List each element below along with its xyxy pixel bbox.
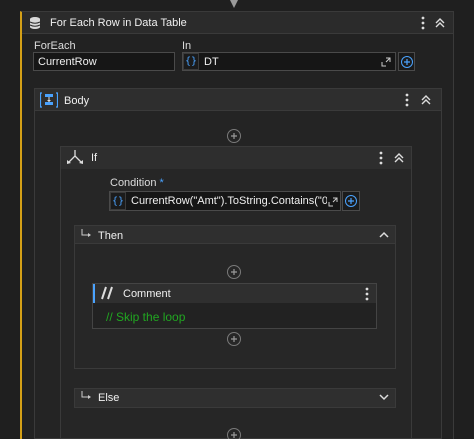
- if-collapse-icon[interactable]: [392, 151, 406, 165]
- add-activity-button[interactable]: [227, 332, 241, 346]
- condition-label-text: Condition: [110, 177, 157, 189]
- expand-editor-icon[interactable]: [380, 56, 392, 68]
- comment-text[interactable]: // Skip the loop: [106, 310, 185, 324]
- plus-icon: [345, 195, 357, 207]
- in-label: In: [182, 40, 192, 52]
- add-activity-button[interactable]: [227, 129, 241, 143]
- if-header[interactable]: [61, 147, 411, 169]
- add-activity-button[interactable]: [227, 428, 241, 439]
- in-expression-value: DT: [204, 55, 219, 68]
- comment-icon: [100, 286, 116, 300]
- else-expand-icon[interactable]: [378, 391, 390, 403]
- condition-label: Condition *: [110, 177, 164, 189]
- then-title: Then: [98, 230, 124, 242]
- brace-glyph: {}: [111, 195, 125, 207]
- if-title: If: [91, 152, 98, 164]
- body-title: Body: [64, 95, 90, 107]
- condition-input[interactable]: {} CurrentRow("Amt").ToString.Contains("…: [109, 191, 341, 211]
- branch-arrow-icon: [81, 391, 91, 401]
- plus-icon: [400, 55, 413, 68]
- else-title: Else: [98, 392, 120, 404]
- then-collapse-icon[interactable]: [378, 229, 390, 241]
- add-activity-button[interactable]: [227, 265, 241, 279]
- if-more-options-icon[interactable]: [376, 150, 386, 166]
- comment-title: Comment: [123, 288, 171, 300]
- condition-value: CurrentRow("Amt").ToString.Contains("0"): [131, 195, 336, 207]
- connector-arrow-icon: [228, 0, 240, 10]
- sequence-icon: [40, 92, 58, 108]
- condition-expand-editor-icon[interactable]: [327, 196, 339, 208]
- condition-add-variable-button[interactable]: [342, 191, 360, 211]
- if-branch-icon: [66, 149, 84, 165]
- foreach-more-options-icon[interactable]: [418, 15, 428, 31]
- body-collapse-icon[interactable]: [419, 93, 433, 107]
- expression-editor-icon[interactable]: {}: [110, 192, 126, 210]
- comment-more-options-icon[interactable]: [362, 286, 372, 302]
- expression-editor-icon[interactable]: {}: [183, 53, 199, 70]
- foreach-variable-label: ForEach: [34, 40, 76, 52]
- foreach-collapse-icon[interactable]: [433, 16, 447, 30]
- foreach-variable-input[interactable]: CurrentRow: [33, 52, 175, 71]
- in-expression-input[interactable]: {} DT: [182, 52, 396, 71]
- body-more-options-icon[interactable]: [402, 92, 412, 108]
- in-add-variable-button[interactable]: [398, 52, 415, 71]
- else-branch-card[interactable]: [74, 388, 396, 408]
- body-header[interactable]: [35, 89, 441, 111]
- brace-glyph: {}: [184, 56, 198, 67]
- required-marker: *: [159, 177, 164, 189]
- database-icon: [29, 16, 41, 30]
- foreach-variable-value: CurrentRow: [38, 55, 97, 68]
- foreach-title: For Each Row in Data Table: [50, 17, 187, 29]
- branch-arrow-icon: [81, 229, 91, 239]
